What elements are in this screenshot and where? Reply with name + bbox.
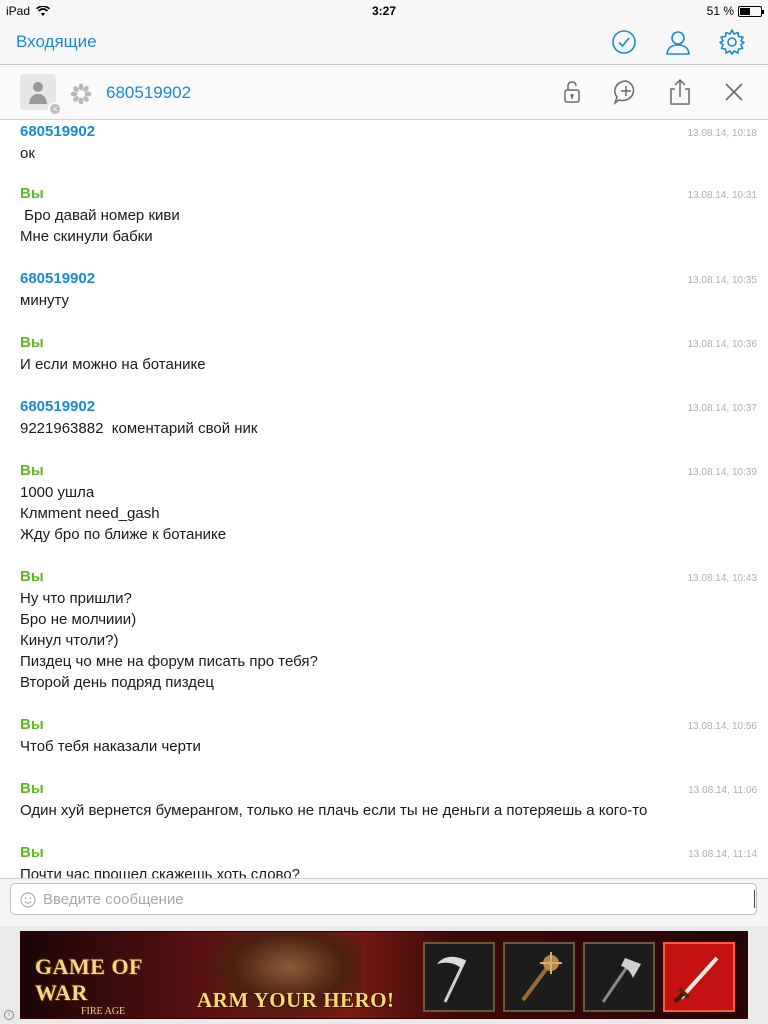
message-text: Пиздец чо мне на форум писать про тебя? (20, 653, 318, 670)
message-timestamp: 13.08.14, 10:36 (687, 339, 757, 350)
contact-name[interactable]: 680519902 (106, 83, 191, 103)
smiley-icon[interactable] (20, 892, 36, 908)
message-text: Жду бро по ближе к ботанике (20, 526, 227, 543)
inbox-back-button[interactable]: Входящие (16, 32, 97, 52)
message-input[interactable] (43, 888, 733, 910)
ad-logo-title: GAME OF WAR (35, 954, 143, 1005)
message-timestamp: 13.08.14, 10:43 (687, 573, 757, 584)
message-item[interactable]: Вы 13.08.14, 10:39 1000 ушла Клмment need_g… (0, 458, 768, 564)
message-item[interactable]: Вы 13.08.14, 11:06 Один хуй вернется бумер… (0, 776, 768, 840)
message-timestamp: 13.08.14, 10:35 (687, 275, 757, 286)
message-item[interactable]: Вы 13.08.14, 10:36 И если можно на ботаник… (0, 330, 768, 394)
close-icon[interactable] (720, 78, 748, 106)
message-sender: Вы (20, 568, 44, 585)
axe-icon (583, 942, 655, 1012)
message-text: ок (20, 145, 35, 162)
message-text: Почти час прошел скажешь хоть слово? (20, 866, 301, 878)
battery-icon (738, 5, 764, 17)
message-item[interactable]: 680519902 13.08.14, 10:35 минуту (0, 266, 768, 330)
message-text: Бро не молчиии) (20, 611, 137, 628)
message-sender: 680519902 (20, 123, 96, 140)
ad-info-icon[interactable]: i (4, 1010, 14, 1020)
message-timestamp: 13.08.14, 10:37 (687, 403, 757, 414)
chat-header: × 680519902 (0, 66, 768, 120)
message-text: Бро давай номер киви (20, 207, 180, 224)
scythe-icon (423, 942, 495, 1012)
status-bar: iPad 3:27 51 % (0, 0, 768, 22)
ad-tagline: ARM YOUR HERO! (197, 988, 395, 1012)
composer-bar (0, 878, 768, 926)
message-text: Клмment need_gash (20, 505, 160, 522)
message-text: Второй день подряд пиздец (20, 674, 214, 691)
message-text: минуту (20, 292, 70, 309)
message-sender: 680519902 (20, 270, 96, 287)
message-item[interactable]: 680519902 13.08.14, 10:37 9221963882 комен… (0, 394, 768, 458)
scroll-indicator (754, 890, 755, 908)
person-icon[interactable] (664, 28, 692, 56)
message-text: Один хуй вернется бумерангом, только не … (20, 802, 648, 819)
sword-icon (663, 942, 735, 1012)
message-sender: Вы (20, 462, 44, 479)
ad-banner[interactable]: GAME OF WAR FIRE AGE ARM YOUR HERO! (20, 931, 748, 1019)
message-list[interactable]: 680519902 13.08.14, 10:18 ок Вы 13.08.14, 10… (0, 121, 768, 878)
message-timestamp: 13.08.14, 11:14 (688, 849, 757, 860)
message-sender: Вы (20, 334, 44, 351)
message-sender: 680519902 (20, 398, 96, 415)
checkmark-circle-icon[interactable] (610, 28, 638, 56)
message-item[interactable]: Вы 13.08.14, 10:56 Чтоб тебя наказали черт… (0, 712, 768, 776)
nav-icons (610, 28, 746, 56)
message-sender: Вы (20, 844, 44, 861)
message-text: 1000 ушла (20, 484, 95, 501)
message-timestamp: 13.08.14, 10:31 (687, 190, 757, 201)
share-icon[interactable] (666, 78, 694, 106)
ad-logo: GAME OF WAR FIRE AGE (35, 954, 187, 1017)
message-timestamp: 13.08.14, 11:06 (688, 785, 757, 796)
message-text: Чтоб тебя наказали черти (20, 738, 201, 755)
nav-bar: Входящие (0, 22, 768, 65)
message-sender: Вы (20, 185, 44, 202)
message-item[interactable]: Вы 13.08.14, 10:43 Ну что пришли? Бро не мо… (0, 564, 768, 712)
message-item[interactable]: Вы 13.08.14, 11:14 Почти час прошел скажеш… (0, 840, 768, 878)
message-item[interactable]: Вы 13.08.14, 10:31 Бро давай номер киви Мн… (0, 181, 768, 266)
battery-percent: 51 % (706, 4, 734, 18)
status-flower-icon (70, 83, 92, 105)
remove-badge-icon[interactable]: × (48, 102, 62, 116)
lock-icon[interactable] (558, 78, 586, 106)
mace-icon (503, 942, 575, 1012)
message-item[interactable]: 680519902 13.08.14, 10:18 ок (0, 121, 768, 181)
message-sender: Вы (20, 780, 44, 797)
message-text: Мне скинули бабки (20, 228, 153, 245)
message-sender: Вы (20, 716, 44, 733)
message-text: Кинул чтоли?) (20, 632, 119, 649)
message-input-box[interactable] (10, 883, 757, 915)
message-text: Ну что пришли? (20, 590, 132, 607)
ad-area: GAME OF WAR FIRE AGE ARM YOUR HERO! i (0, 926, 768, 1024)
add-comment-icon[interactable] (612, 78, 640, 106)
message-timestamp: 13.08.14, 10:56 (687, 721, 757, 732)
message-text: И если можно на ботанике (20, 356, 206, 373)
chat-actions (558, 78, 748, 106)
message-timestamp: 13.08.14, 10:18 (687, 128, 757, 139)
message-text: 9221963882 коментарий свой ник (20, 420, 258, 437)
avatar[interactable]: × (20, 74, 62, 116)
message-timestamp: 13.08.14, 10:39 (687, 467, 757, 478)
gear-icon[interactable] (718, 28, 746, 56)
status-right: 51 % (706, 4, 764, 18)
ad-logo-subtitle: FIRE AGE (81, 1006, 126, 1017)
clock: 3:27 (371, 4, 397, 18)
ad-item-slots (423, 942, 735, 1012)
